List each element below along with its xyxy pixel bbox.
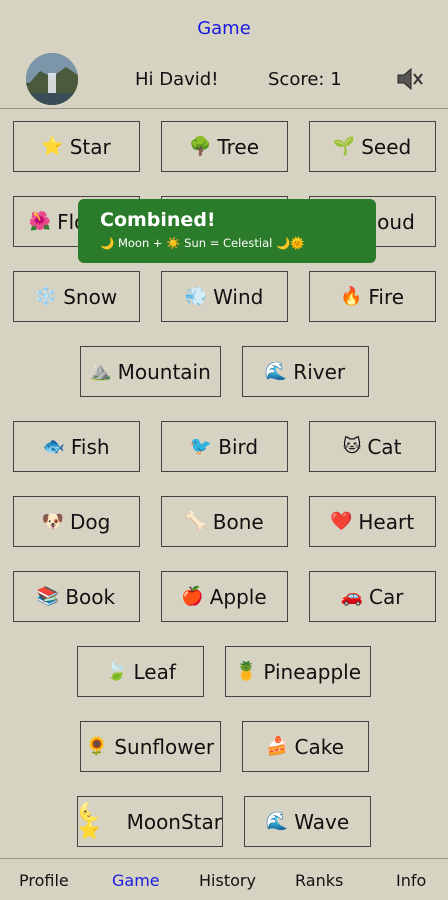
element-label: Apple [209,584,267,609]
element-tile-seed[interactable]: 🌱 Seed [308,121,436,172]
element-tile-river[interactable]: 🌊 River [241,346,369,397]
seed-icon: 🌱 [332,135,356,157]
element-tile-fire[interactable]: 🔥 Fire [308,271,436,322]
header-divider [0,108,448,109]
element-label: Bone [212,509,264,534]
fish-icon: 🐟 [42,435,65,457]
element-tile-fish[interactable]: 🐟 Fish [12,421,140,472]
element-label: Fire [368,284,405,309]
sunflower-icon: 🌻 [85,735,109,757]
tab-ranks[interactable]: Ranks [295,871,343,890]
element-label: MoonStar [126,809,222,834]
greeting-text: Hi David! [135,69,219,90]
page-title: Game [197,18,251,39]
dog-icon: 🐶 [41,510,65,532]
element-row: 🍃 Leaf 🍍 Pineapple [0,646,448,699]
speaker-muted-icon[interactable] [394,64,424,94]
element-label: River [293,359,346,384]
element-label: Star [69,134,111,159]
toast-message: 🌙 Moon + ☀️ Sun = Celestial 🌙🌞 [100,236,305,250]
element-row: 📚 Book 🍎 Apple 🚗 Car [0,571,448,624]
mountain-icon: ⛰️ [89,360,112,382]
element-label: Wind [213,284,264,309]
car-icon: 🚗 [340,585,363,607]
element-label: Bird [218,434,259,459]
element-tile-car[interactable]: 🚗 Car [308,571,436,622]
element-label: Mountain [117,359,211,384]
element-row: ⭐ Star 🌳 Tree 🌱 Seed [0,121,448,174]
element-tile-cat[interactable]: 🐱 Cat [308,421,436,472]
element-label: Wave [294,809,350,834]
element-label: Snow [63,284,118,309]
element-row: 🌻 Sunflower 🍰 Cake [0,721,448,774]
element-tile-pineapple[interactable]: 🍍 Pineapple [225,646,371,697]
element-label: Book [65,584,116,609]
element-tile-apple[interactable]: 🍎 Apple [160,571,288,622]
element-tile-cake[interactable]: 🍰 Cake [241,721,369,772]
tab-bar: Profile Game History Ranks Info [0,868,448,896]
moonstar-icon: 🌜⭐ [78,801,101,841]
element-tile-book[interactable]: 📚 Book [12,571,140,622]
star-icon: ⭐ [41,135,64,157]
element-tile-wind[interactable]: 💨 Wind [160,271,288,322]
element-label: Leaf [133,659,176,684]
book-icon: 📚 [36,585,60,607]
cake-icon: 🍰 [266,735,289,757]
element-label: Car [368,584,404,609]
element-label: Cat [367,434,402,459]
element-tile-star[interactable]: ⭐ Star [12,121,140,172]
element-label: Cake [294,734,344,759]
cat-icon: 🐱 [342,435,362,457]
pineapple-icon: 🍍 [234,660,258,682]
heart-icon: ❤️ [329,510,353,532]
element-tile-sunflower[interactable]: 🌻 Sunflower [79,721,221,772]
tab-info[interactable]: Info [396,871,426,890]
element-label: Fish [70,434,110,459]
avatar[interactable] [26,53,78,105]
element-label: Heart [358,509,415,534]
bone-icon: 🦴 [184,510,207,532]
element-tile-tree[interactable]: 🌳 Tree [160,121,288,172]
element-tile-leaf[interactable]: 🍃 Leaf [77,646,204,697]
tab-game[interactable]: Game [112,871,160,890]
tree-icon: 🌳 [188,135,212,157]
element-row: 🐶 Dog 🦴 Bone ❤️ Heart [0,496,448,549]
leaf-icon: 🍃 [105,660,128,682]
apple-icon: 🍎 [181,585,204,607]
tabbar-divider [0,858,448,859]
element-tile-heart[interactable]: ❤️ Heart [308,496,436,547]
element-label: Pineapple [263,659,362,684]
element-tile-bone[interactable]: 🦴 Bone [160,496,288,547]
element-row: 🐟 Fish 🐦 Bird 🐱 Cat [0,421,448,474]
tab-history[interactable]: History [199,871,256,890]
element-row: ⛰️ Mountain 🌊 River [0,346,448,399]
combined-toast: Combined! 🌙 Moon + ☀️ Sun = Celestial 🌙🌞 [78,199,376,263]
element-row: ❄️ Snow 💨 Wind 🔥 Fire [0,271,448,324]
element-tile-bird[interactable]: 🐦 Bird [160,421,288,472]
score-text: Score: 1 [268,69,342,90]
toast-title: Combined! [100,209,216,231]
element-tile-wave[interactable]: 🌊 Wave [244,796,371,847]
wind-icon: 💨 [184,285,208,307]
element-label: Dog [70,509,111,534]
wave-icon: 🌊 [265,810,289,832]
element-label: Sunflower [114,734,215,759]
waterfall-photo-icon [26,53,78,105]
element-label: Tree [217,134,260,159]
element-tile-mountain[interactable]: ⛰️ Mountain [79,346,221,397]
element-tile-moonstar[interactable]: 🌜⭐ MoonStar [77,796,223,847]
element-label: Seed [361,134,412,159]
snow-icon: ❄️ [34,285,58,307]
element-tile-snow[interactable]: ❄️ Snow [12,271,140,322]
tab-profile[interactable]: Profile [19,871,69,890]
flower-icon: 🌺 [28,210,52,232]
element-row: 🌜⭐ MoonStar 🌊 Wave [0,796,448,849]
bird-icon: 🐦 [189,435,213,457]
river-icon: 🌊 [264,360,288,382]
fire-icon: 🔥 [339,285,363,307]
element-tile-dog[interactable]: 🐶 Dog [12,496,140,547]
